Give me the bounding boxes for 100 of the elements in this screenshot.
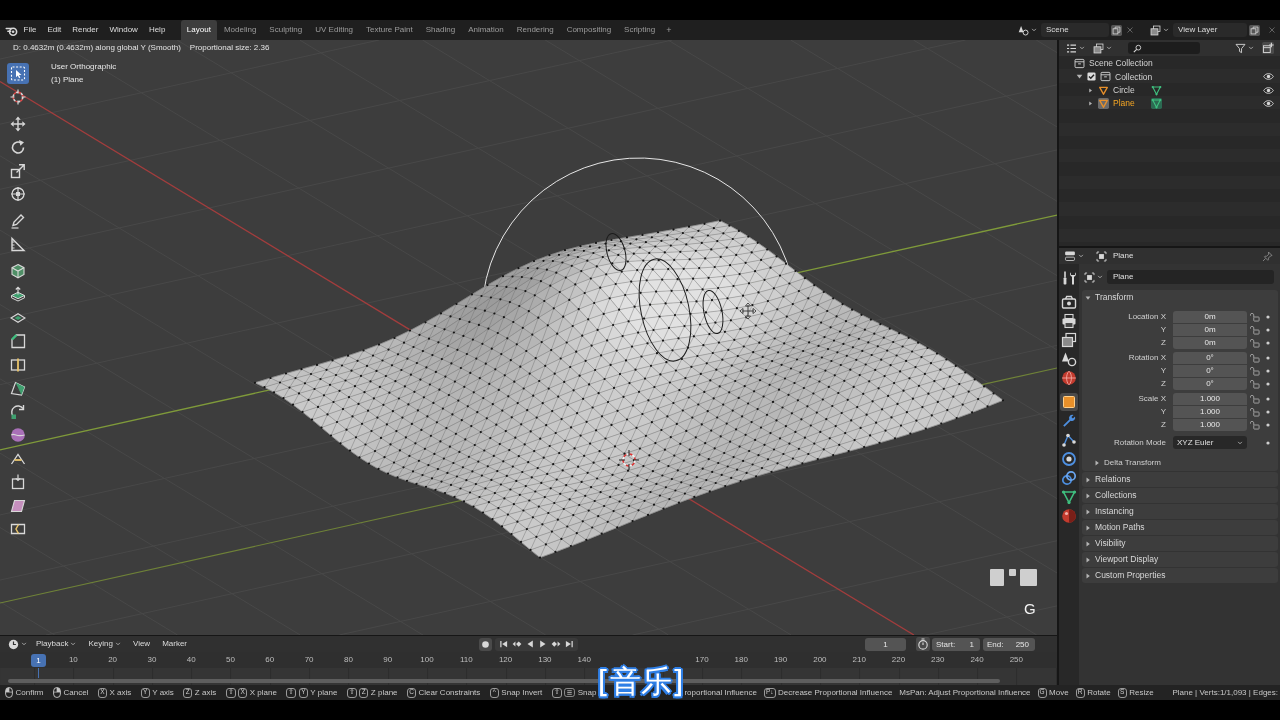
number-field[interactable]: 0m [1173, 311, 1247, 323]
chain-links-icon[interactable] [1061, 470, 1077, 486]
stopwatch-icon[interactable] [916, 637, 930, 651]
loop-cut-icon[interactable] [10, 356, 26, 373]
rotation-mode-dropdown[interactable]: XYZ Euler [1173, 436, 1247, 449]
image-stack-icon[interactable] [1150, 24, 1161, 36]
bevel-icon[interactable] [10, 333, 26, 349]
dot-icon[interactable] [1266, 341, 1270, 345]
timeline-menu[interactable]: View [128, 638, 155, 650]
square-icon[interactable] [1060, 393, 1078, 411]
tree-item-label[interactable]: Plane [1113, 99, 1135, 108]
pencil-icon[interactable] [10, 212, 26, 229]
panel-header[interactable]: Visibility [1082, 536, 1278, 551]
triangle-mesh-icon[interactable] [1061, 489, 1077, 505]
panel-header[interactable]: Viewport Display [1082, 552, 1278, 567]
workspace-tab[interactable]: Rendering [510, 20, 560, 40]
transform-icon[interactable] [10, 186, 26, 202]
checkbox[interactable] [1087, 72, 1096, 82]
open-padlock-icon[interactable] [1250, 338, 1260, 348]
duplicate-icon[interactable] [1249, 24, 1260, 36]
end-frame-field[interactable]: End: 250 [983, 637, 1035, 651]
workspace-tab[interactable]: Shading [419, 20, 462, 40]
workspace-tab[interactable]: Modeling [217, 20, 263, 40]
open-padlock-icon[interactable] [1250, 394, 1260, 404]
view-layer-field[interactable]: View Layer [1173, 23, 1247, 37]
triangle-mesh-icon[interactable] [1150, 98, 1162, 110]
dot-icon[interactable] [1266, 397, 1270, 401]
number-field[interactable]: 0m [1173, 337, 1247, 349]
number-field[interactable]: 0m [1173, 324, 1247, 336]
shear-icon[interactable] [10, 497, 26, 514]
caret-icon[interactable] [1163, 27, 1169, 33]
list-icon[interactable] [1066, 42, 1077, 54]
caret-icon[interactable] [1248, 45, 1254, 51]
timeline-menu[interactable]: Playback [32, 638, 81, 650]
shrink-icon[interactable] [10, 474, 26, 490]
open-padlock-icon[interactable] [1250, 407, 1260, 417]
scale-icon[interactable] [10, 162, 26, 179]
pin-icon[interactable] [1262, 250, 1273, 262]
workspace-tab[interactable]: Sculpting [263, 20, 309, 40]
caret-icon[interactable] [21, 641, 27, 647]
spin-icon[interactable] [10, 403, 26, 420]
collapsed-arrow-icon[interactable] [1088, 87, 1093, 93]
rip-icon[interactable] [10, 521, 26, 537]
filter-icon[interactable] [1235, 42, 1246, 54]
dot-icon[interactable] [1266, 315, 1270, 319]
wrench-icon[interactable] [1061, 413, 1077, 429]
add-workspace-button[interactable]: + [662, 20, 676, 40]
screwdriver-wrench-icon[interactable] [1061, 270, 1077, 286]
collapsed-arrow-icon[interactable] [1088, 101, 1093, 107]
expanded-arrow-icon[interactable] [1076, 73, 1083, 81]
number-field[interactable]: 0° [1173, 352, 1247, 364]
3d-viewport[interactable]: D: 0.4632m (0.4632m) along global Y (Smooth) Proportional size: 2.36 User Orthographic (1) Plane G [0, 40, 1057, 635]
menu-item[interactable]: Window [103, 26, 144, 34]
subpanel-header[interactable]: Delta Transform [1082, 455, 1278, 470]
timeline-menu[interactable]: Marker [158, 638, 192, 650]
caret-icon[interactable] [1031, 27, 1037, 33]
start-frame-field[interactable]: Start: 1 [932, 637, 980, 651]
workspace-tab[interactable]: Animation [462, 20, 510, 40]
workspace-tab[interactable]: Scripting [618, 20, 662, 40]
panel-header[interactable]: Motion Paths [1082, 520, 1278, 535]
eye-icon[interactable] [1263, 84, 1274, 96]
poly-build-icon[interactable] [10, 380, 26, 396]
current-frame-marker[interactable]: 1 [31, 653, 46, 667]
triangle-mesh-icon[interactable] [1150, 84, 1162, 96]
dot-icon[interactable] [1266, 369, 1270, 373]
record-icon[interactable] [478, 637, 492, 651]
tree-item-label[interactable]: Circle [1113, 86, 1135, 95]
printer-icon[interactable] [1061, 313, 1077, 329]
ruler-icon[interactable] [10, 236, 26, 252]
dot-icon[interactable] [1266, 440, 1270, 445]
close-icon[interactable] [1268, 26, 1276, 34]
clock-icon[interactable] [8, 638, 19, 650]
caret-icon[interactable] [1106, 45, 1112, 51]
move-icon[interactable] [10, 115, 26, 132]
scene-field[interactable]: Scene [1041, 23, 1109, 37]
panel-header[interactable]: Relations [1082, 472, 1278, 487]
tree-item-label[interactable]: Scene Collection [1089, 59, 1153, 68]
play-icon[interactable] [537, 639, 548, 649]
panel-header[interactable]: Instancing [1082, 504, 1278, 519]
caret-icon[interactable] [1097, 274, 1103, 280]
sphere-wave-icon[interactable] [10, 427, 26, 443]
panel-header[interactable]: Custom Properties [1082, 568, 1278, 583]
previous-keyframe-icon[interactable] [511, 639, 522, 649]
sphere-icon[interactable] [1061, 508, 1077, 524]
open-padlock-icon[interactable] [1250, 312, 1260, 322]
extrude-icon[interactable] [10, 286, 26, 302]
ring-dot-icon[interactable] [1061, 451, 1077, 467]
eye-icon[interactable] [1263, 98, 1274, 110]
caret-icon[interactable] [1079, 45, 1085, 51]
search-field[interactable] [1128, 42, 1200, 54]
jump-start-icon[interactable] [498, 639, 509, 649]
workspace-tab[interactable]: Layout [180, 20, 217, 40]
connected-dots-icon[interactable] [1061, 432, 1077, 448]
next-keyframe-icon[interactable] [550, 639, 561, 649]
number-field[interactable]: 0° [1173, 378, 1247, 390]
open-padlock-icon[interactable] [1250, 379, 1260, 389]
number-field[interactable]: 1.000 [1173, 393, 1247, 405]
open-padlock-icon[interactable] [1250, 366, 1260, 376]
number-field[interactable]: 1.000 [1173, 419, 1247, 431]
cone-sphere-icon[interactable] [1061, 351, 1077, 367]
